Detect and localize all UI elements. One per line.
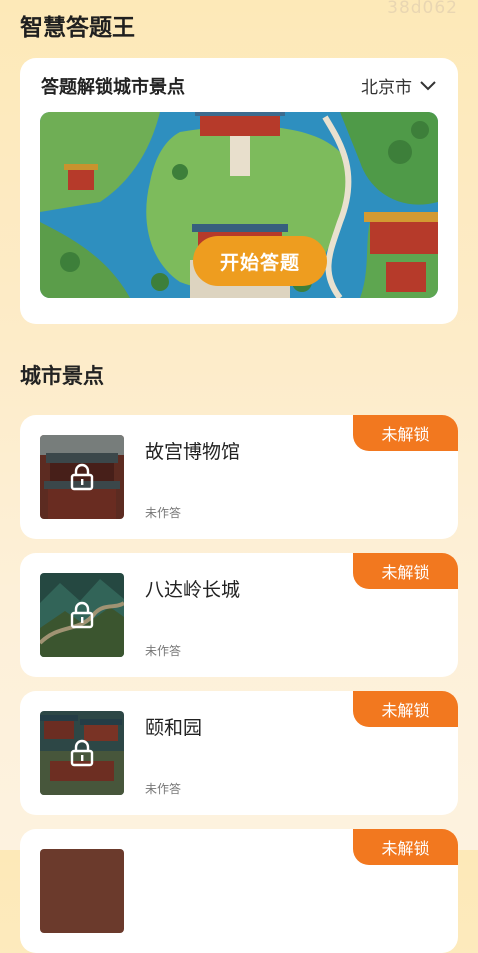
spot-name: 颐和园 xyxy=(145,717,203,739)
spot-card[interactable]: 颐和园 未作答 未解锁 xyxy=(20,691,458,815)
quiz-hero-card: 答题解锁城市景点 北京市 开始答题 xyxy=(20,58,458,324)
city-selector[interactable]: 北京市 xyxy=(361,73,436,98)
chevron-down-icon xyxy=(420,80,436,90)
lock-icon xyxy=(70,601,94,629)
lock-icon xyxy=(70,463,94,491)
locked-badge: 未解锁 xyxy=(353,553,458,589)
spot-card[interactable]: 故宫博物馆 未作答 未解锁 xyxy=(20,415,458,539)
start-quiz-button[interactable]: 开始答题 xyxy=(193,236,327,286)
app-title: 智慧答题王 xyxy=(20,15,135,41)
spot-thumbnail xyxy=(40,573,124,657)
spot-card[interactable]: 八达岭长城 未作答 未解锁 xyxy=(20,553,458,677)
spot-thumbnail xyxy=(40,711,124,795)
spot-thumbnail xyxy=(40,435,124,519)
spot-status: 未作答 xyxy=(145,782,182,796)
spot-thumbnail xyxy=(40,849,124,933)
city-map-illustration: 开始答题 xyxy=(40,112,438,298)
spot-status: 未作答 xyxy=(145,506,182,520)
spot-card[interactable]: 未解锁 xyxy=(20,829,458,953)
locked-badge: 未解锁 xyxy=(353,691,458,727)
lock-icon xyxy=(70,739,94,767)
spot-status: 未作答 xyxy=(145,644,182,658)
city-label: 北京市 xyxy=(361,78,412,98)
spot-name: 八达岭长城 xyxy=(145,579,241,601)
section-title: 城市景点 xyxy=(20,364,104,388)
locked-badge: 未解锁 xyxy=(353,829,458,865)
hero-title: 答题解锁城市景点 xyxy=(41,77,185,98)
locked-badge: 未解锁 xyxy=(353,415,458,451)
watermark: 38d062 xyxy=(387,0,458,18)
spot-name: 故宫博物馆 xyxy=(145,441,241,463)
